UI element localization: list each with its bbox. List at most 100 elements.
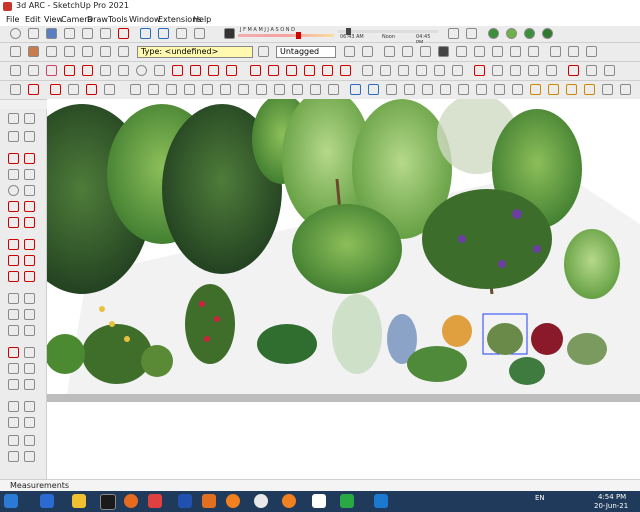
arc3-icon[interactable] xyxy=(208,65,219,76)
r4-icon-19[interactable] xyxy=(350,84,361,95)
r4-icon-18[interactable] xyxy=(328,84,339,95)
r4-icon-21[interactable] xyxy=(386,84,397,95)
view-iso-icon[interactable] xyxy=(384,46,395,57)
3d-viewport[interactable] xyxy=(47,99,640,480)
media-icon[interactable] xyxy=(148,494,162,508)
app-icon-11[interactable] xyxy=(312,494,326,508)
app-icon-8[interactable] xyxy=(226,494,240,508)
side-polygon-icon[interactable] xyxy=(24,185,35,196)
wireframe-icon[interactable] xyxy=(456,46,467,57)
r4-icon-2[interactable] xyxy=(28,84,39,95)
r4-icon-5[interactable] xyxy=(86,84,97,95)
selected-plant[interactable] xyxy=(487,323,523,355)
side-orbit-icon[interactable] xyxy=(8,347,19,358)
side-pushpull-icon[interactable] xyxy=(24,239,35,250)
shadows-toggle-icon[interactable] xyxy=(224,28,235,39)
side-freehand-icon[interactable] xyxy=(24,153,35,164)
side-zoom-extents-icon[interactable] xyxy=(8,379,19,390)
side-sandbox4-icon[interactable] xyxy=(24,451,35,462)
undo-icon[interactable] xyxy=(140,28,151,39)
zoom-extents-icon[interactable] xyxy=(546,65,557,76)
r4-icon-27[interactable] xyxy=(494,84,505,95)
start-icon[interactable] xyxy=(4,494,18,508)
r4-icon-9[interactable] xyxy=(166,84,177,95)
rectangle-icon[interactable] xyxy=(100,65,111,76)
freehand-icon[interactable] xyxy=(82,65,93,76)
followme-icon[interactable] xyxy=(304,65,315,76)
rotate-icon[interactable] xyxy=(286,65,297,76)
orbit-icon[interactable] xyxy=(474,65,485,76)
r4-icon-22[interactable] xyxy=(404,84,415,95)
section-display-icon[interactable] xyxy=(466,28,477,39)
move-icon[interactable] xyxy=(250,65,261,76)
app-icon-1[interactable] xyxy=(40,494,54,508)
r4-icon-6[interactable] xyxy=(104,84,115,95)
side-sandbox2-icon[interactable] xyxy=(24,435,35,446)
print-icon[interactable] xyxy=(176,28,187,39)
new-icon[interactable] xyxy=(10,28,21,39)
sketchup-taskbar-icon[interactable] xyxy=(374,494,388,508)
r4-icon-7[interactable] xyxy=(130,84,141,95)
side-arc2-icon[interactable] xyxy=(24,201,35,212)
file-explorer-icon[interactable] xyxy=(72,494,86,508)
side-rect-icon[interactable] xyxy=(8,169,19,180)
r4-icon-26[interactable] xyxy=(476,84,487,95)
r4-icon-31[interactable] xyxy=(566,84,577,95)
dimension-icon[interactable] xyxy=(380,65,391,76)
grass-icon[interactable] xyxy=(506,28,517,39)
menu-edit[interactable]: Edit xyxy=(25,15,41,24)
side-dimension-icon[interactable] xyxy=(24,293,35,304)
cut-icon[interactable] xyxy=(64,28,75,39)
scale-icon[interactable] xyxy=(322,65,333,76)
side-sandbox-icon[interactable] xyxy=(8,435,19,446)
xray-icon[interactable] xyxy=(438,46,449,57)
tag-dropdown[interactable]: Untagged xyxy=(276,46,336,58)
paste-icon[interactable] xyxy=(100,28,111,39)
pushpull-icon[interactable] xyxy=(268,65,279,76)
polygon-icon[interactable] xyxy=(154,65,165,76)
position-camera-icon[interactable] xyxy=(568,65,579,76)
r4-icon-8[interactable] xyxy=(148,84,159,95)
side-axes-icon[interactable] xyxy=(8,325,19,336)
side-line-icon[interactable] xyxy=(8,153,19,164)
r4-icon-12[interactable] xyxy=(220,84,231,95)
side-lookaround-icon[interactable] xyxy=(8,417,19,428)
r4-icon-25[interactable] xyxy=(458,84,469,95)
walk-icon[interactable] xyxy=(586,65,597,76)
side-arc3-icon[interactable] xyxy=(8,217,19,228)
tag-tool-icon[interactable] xyxy=(258,46,269,57)
side-text-icon[interactable] xyxy=(24,309,35,320)
view-front-icon[interactable] xyxy=(420,46,431,57)
side-3dtext-icon[interactable] xyxy=(24,325,35,336)
side-section-icon[interactable] xyxy=(24,417,35,428)
side-camera-icon[interactable] xyxy=(8,401,19,412)
style-icon-1[interactable] xyxy=(550,46,561,57)
menu-file[interactable]: File xyxy=(6,15,19,24)
side-move-icon[interactable] xyxy=(8,239,19,250)
r4-icon-32[interactable] xyxy=(584,84,595,95)
r4-icon-10[interactable] xyxy=(184,84,195,95)
protractor-icon[interactable] xyxy=(398,65,409,76)
type-dropdown[interactable]: Type: <undefined> xyxy=(137,46,253,58)
clock-time[interactable]: 4:54 PM xyxy=(598,493,626,501)
r4-icon-24[interactable] xyxy=(440,84,451,95)
offset-icon[interactable] xyxy=(340,65,351,76)
menu-window[interactable]: Window xyxy=(129,15,161,24)
tool-a-icon[interactable] xyxy=(10,46,21,57)
monochrome-icon[interactable] xyxy=(528,46,539,57)
select-icon[interactable] xyxy=(10,65,21,76)
save-icon[interactable] xyxy=(46,28,57,39)
open-icon[interactable] xyxy=(28,28,39,39)
r4-icon-23[interactable] xyxy=(422,84,433,95)
erase-icon[interactable] xyxy=(118,28,129,39)
r4-icon-11[interactable] xyxy=(202,84,213,95)
tool-f-icon[interactable] xyxy=(100,46,111,57)
side-eraser-icon[interactable] xyxy=(24,131,35,142)
app-icon-7[interactable] xyxy=(202,494,216,508)
side-pan-icon[interactable] xyxy=(24,347,35,358)
chrome-icon[interactable] xyxy=(254,494,268,508)
menu-draw[interactable]: Draw xyxy=(87,15,108,24)
menu-tools[interactable]: Tools xyxy=(108,15,128,24)
tape-icon[interactable] xyxy=(362,65,373,76)
shaded-icon[interactable] xyxy=(492,46,503,57)
